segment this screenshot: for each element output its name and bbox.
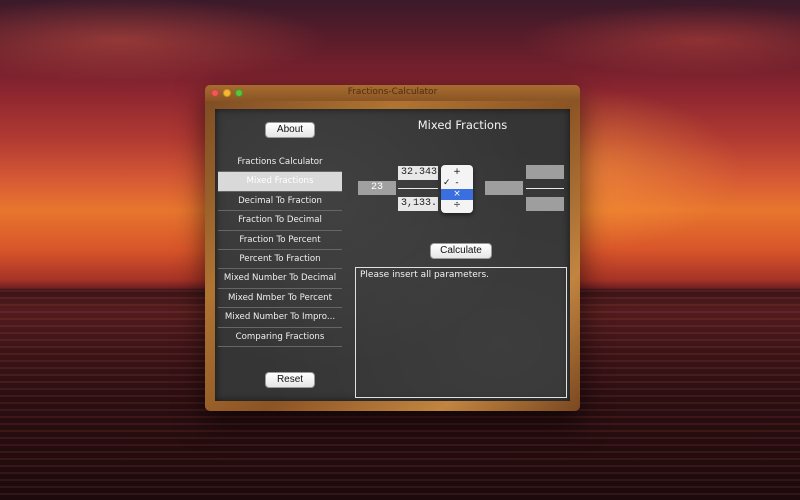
operator-label: × <box>453 189 461 199</box>
whole-number-input[interactable]: 23 <box>358 181 396 195</box>
title-bar: Fractions-Calculator <box>205 85 580 101</box>
output-message: Please insert all parameters. <box>360 270 490 280</box>
operator-label: - <box>455 178 459 188</box>
operator-option-multiply[interactable]: × <box>441 189 473 200</box>
sidebar-item-fraction-to-percent[interactable]: Fraction To Percent <box>218 231 342 250</box>
operator-label: ÷ <box>453 200 461 210</box>
numerator-input[interactable]: 32.343 <box>398 166 438 180</box>
sidebar-item-label: Decimal To Fraction <box>238 195 322 206</box>
sidebar-item-fraction-to-decimal[interactable]: Fraction To Decimal <box>218 211 342 231</box>
sidebar-item-mixed-number-to-percent[interactable]: Mixed Nmber To Percent <box>218 289 342 309</box>
operator-option-minus[interactable]: ✓ - <box>441 178 473 189</box>
sidebar-item-mixed-number-to-decimal[interactable]: Mixed Number To Decimal <box>218 269 342 289</box>
chalkboard: About Mixed Fractions Fractions Calculat… <box>215 109 570 401</box>
output-text-area[interactable]: Please insert all parameters. <box>355 267 567 398</box>
sidebar-item-label: Mixed Fractions <box>246 176 314 187</box>
checkmark-icon: ✓ <box>443 178 451 188</box>
sidebar-item-label: Mixed Nmber To Percent <box>227 292 333 303</box>
sidebar-item-label: Mixed Number To Impro... <box>224 312 336 323</box>
window-title: Fractions-Calculator <box>347 87 438 97</box>
result-denominator-field <box>526 197 564 211</box>
sidebar-item-mixed-fractions[interactable]: Mixed Fractions <box>218 172 342 192</box>
about-button[interactable]: About <box>265 122 315 138</box>
operator-dropdown[interactable]: + ✓ - × ÷ <box>441 165 473 213</box>
calculate-button[interactable]: Calculate <box>430 243 492 259</box>
operator-label: + <box>453 167 461 177</box>
result-numerator-field <box>526 165 564 179</box>
sidebar-item-fractions-calculator[interactable]: Fractions Calculator <box>218 153 342 173</box>
sidebar-menu: Fractions Calculator Mixed Fractions Dec… <box>218 153 342 347</box>
sidebar-item-label: Fraction To Percent <box>239 234 321 245</box>
sidebar-item-mixed-number-to-improper[interactable]: Mixed Number To Impro... <box>218 308 342 328</box>
app-window: Fractions-Calculator About Mixed Fractio… <box>205 85 580 411</box>
sidebar-item-label: Percent To Fraction <box>239 253 321 264</box>
denominator-input[interactable]: 3,133. <box>398 197 438 211</box>
operator-option-plus[interactable]: + <box>441 167 473 178</box>
operator-option-divide[interactable]: ÷ <box>441 200 473 211</box>
sidebar-item-comparing-fractions[interactable]: Comparing Fractions <box>218 328 342 347</box>
input-fraction-bar <box>398 188 438 189</box>
sidebar-item-label: Comparing Fractions <box>235 331 325 342</box>
sidebar-item-percent-to-fraction[interactable]: Percent To Fraction <box>218 250 342 270</box>
result-whole-field <box>485 181 523 195</box>
sidebar-item-label: Mixed Number To Decimal <box>223 273 337 284</box>
reset-button[interactable]: Reset <box>265 372 315 388</box>
sidebar-item-decimal-to-fraction[interactable]: Decimal To Fraction <box>218 192 342 212</box>
result-fraction-bar <box>526 188 564 189</box>
sidebar-item-label: Fraction To Decimal <box>238 215 322 226</box>
page-title: Mixed Fractions <box>417 118 508 132</box>
sidebar-item-label: Fractions Calculator <box>237 157 323 167</box>
